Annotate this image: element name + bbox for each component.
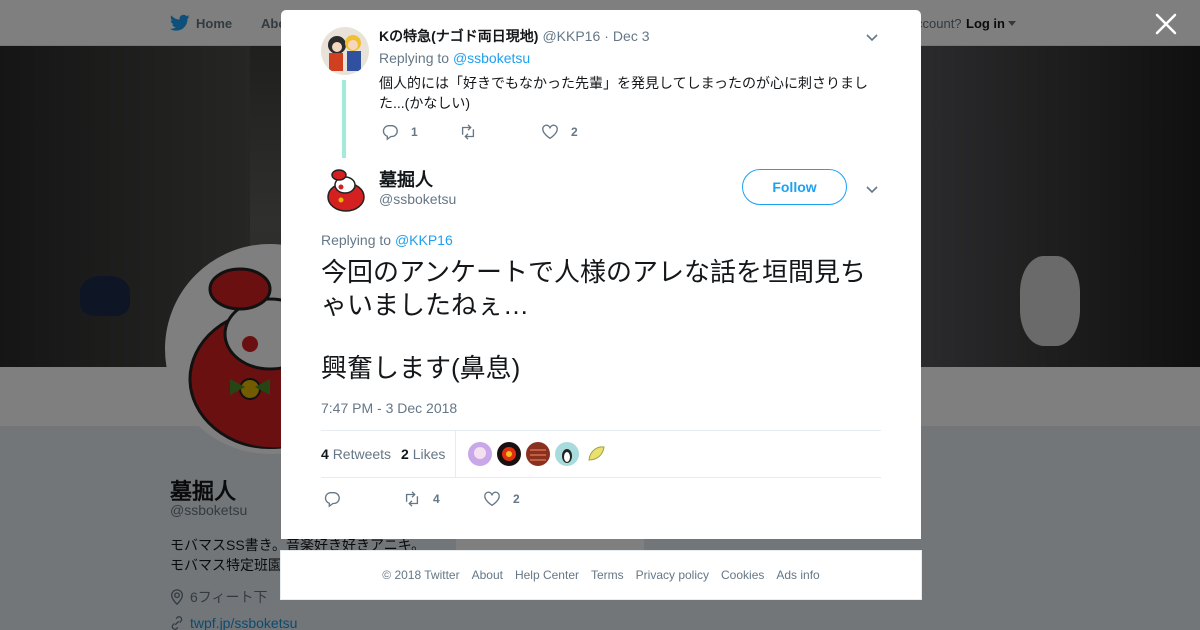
liker-avatar[interactable] bbox=[468, 442, 492, 466]
chevron-down-icon[interactable] bbox=[865, 182, 879, 196]
tweet-timestamp[interactable]: 7:47 PM - 3 Dec 2018 bbox=[321, 400, 457, 416]
main-tweet-text: 今回のアンケートで人様のアレな話を垣間見ちゃいましたねぇ… 興奮します(鼻息) bbox=[321, 256, 891, 385]
retweet-icon bbox=[461, 124, 475, 140]
likers-avatars bbox=[468, 442, 608, 466]
retweets-count: 4 bbox=[321, 446, 329, 462]
replying-to-link[interactable]: @ssboketsu bbox=[453, 50, 530, 66]
modal-footer: © 2018 Twitter About Help Center Terms P… bbox=[280, 550, 922, 600]
main-tweet-avatar[interactable] bbox=[321, 165, 369, 213]
follow-button[interactable]: Follow bbox=[742, 169, 847, 205]
replying-to-link[interactable]: @KKP16 bbox=[395, 232, 453, 248]
main-replying-to: Replying to @KKP16 bbox=[321, 232, 453, 248]
likes-label: Likes bbox=[412, 446, 446, 462]
reply-icon bbox=[382, 125, 398, 141]
parent-tweet-handle[interactable]: @KKP16 bbox=[542, 28, 600, 44]
retweet-count: 4 bbox=[433, 492, 440, 506]
heart-icon bbox=[542, 124, 558, 140]
tweet-permalink-modal: Kの特急(ナゴド両日現地) @KKP16 · Dec 3 Replying to… bbox=[281, 10, 921, 539]
liker-avatar[interactable] bbox=[584, 442, 608, 466]
liker-avatar[interactable] bbox=[526, 442, 550, 466]
like-count: 2 bbox=[513, 492, 520, 506]
tweet-stats: 4 Retweets 2 Likes bbox=[321, 430, 881, 478]
likes-stat[interactable]: 2 Likes bbox=[401, 446, 445, 462]
parent-tweet-avatar[interactable] bbox=[321, 27, 369, 75]
retweet-button[interactable] bbox=[459, 123, 489, 141]
retweets-stat[interactable]: 4 Retweets bbox=[321, 446, 391, 462]
main-tweet-handle[interactable]: @ssboketsu bbox=[379, 191, 456, 207]
parent-tweet-date[interactable]: Dec 3 bbox=[613, 28, 650, 44]
reply-button[interactable] bbox=[323, 490, 353, 508]
footer-copyright: © 2018 Twitter bbox=[382, 568, 460, 582]
footer-link-terms[interactable]: Terms bbox=[591, 568, 624, 582]
retweet-button[interactable]: 4 bbox=[403, 490, 440, 508]
footer-link-help-center[interactable]: Help Center bbox=[515, 568, 579, 582]
footer-link-about[interactable]: About bbox=[472, 568, 503, 582]
tweet-text-line: 今回のアンケートで人様のアレな話を垣間見ちゃいましたねぇ… bbox=[321, 257, 866, 320]
like-button[interactable]: 2 bbox=[483, 490, 520, 508]
heart-icon bbox=[484, 491, 500, 507]
separator: · bbox=[604, 28, 609, 44]
liker-avatar[interactable] bbox=[555, 442, 579, 466]
footer-link-cookies[interactable]: Cookies bbox=[721, 568, 764, 582]
reply-count: 1 bbox=[411, 125, 418, 139]
parent-tweet-header: Kの特急(ナゴド両日現地) @KKP16 · Dec 3 bbox=[379, 26, 650, 46]
reply-button[interactable]: 1 bbox=[381, 123, 418, 141]
replying-prefix: Replying to bbox=[321, 232, 392, 248]
reply-icon bbox=[324, 492, 340, 508]
thread-connector bbox=[342, 80, 346, 158]
retweets-label: Retweets bbox=[332, 446, 392, 462]
parent-tweet[interactable]: Kの特急(ナゴド両日現地) @KKP16 · Dec 3 Replying to… bbox=[281, 10, 921, 165]
parent-replying-to: Replying to @ssboketsu bbox=[379, 50, 530, 66]
like-button[interactable]: 2 bbox=[541, 123, 578, 141]
parent-tweet-name[interactable]: Kの特急(ナゴド両日現地) bbox=[379, 26, 538, 46]
liker-avatar[interactable] bbox=[497, 442, 521, 466]
tweet-text-line: 興奮します(鼻息) bbox=[321, 353, 521, 383]
footer-link-privacy[interactable]: Privacy policy bbox=[636, 568, 709, 582]
parent-tweet-text: 個人的には「好きでもなかった先輩」を発見してしまったのが心に刺さりました...(… bbox=[379, 75, 869, 111]
close-icon bbox=[1155, 13, 1177, 35]
like-count: 2 bbox=[571, 125, 578, 139]
main-tweet-name[interactable]: 墓掘人 bbox=[379, 166, 433, 192]
likes-count: 2 bbox=[401, 446, 409, 462]
replying-prefix: Replying to bbox=[379, 50, 450, 66]
footer-link-ads-info[interactable]: Ads info bbox=[776, 568, 819, 582]
stats-divider bbox=[455, 431, 456, 478]
chevron-down-icon[interactable] bbox=[865, 30, 879, 44]
close-button[interactable] bbox=[1152, 10, 1180, 38]
retweet-icon bbox=[405, 491, 419, 507]
